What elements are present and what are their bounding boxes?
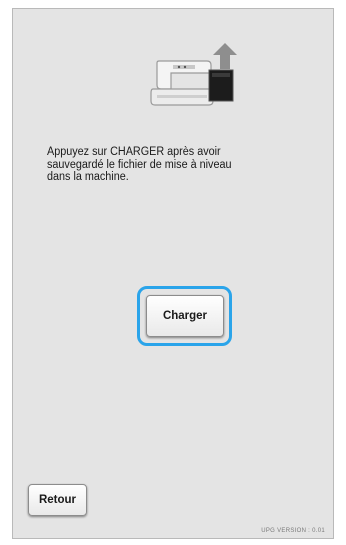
version-label: UPG VERSION : 0.01	[261, 528, 325, 534]
charger-button[interactable]: Charger	[146, 295, 224, 337]
retour-button[interactable]: Retour	[28, 484, 87, 516]
upgrade-screen: Appuyez sur CHARGER après avoir sauvegar…	[12, 8, 334, 539]
sewing-machine-upgrade-icon	[150, 43, 237, 106]
instruction-message: Appuyez sur CHARGER après avoir sauvegar…	[47, 146, 232, 183]
